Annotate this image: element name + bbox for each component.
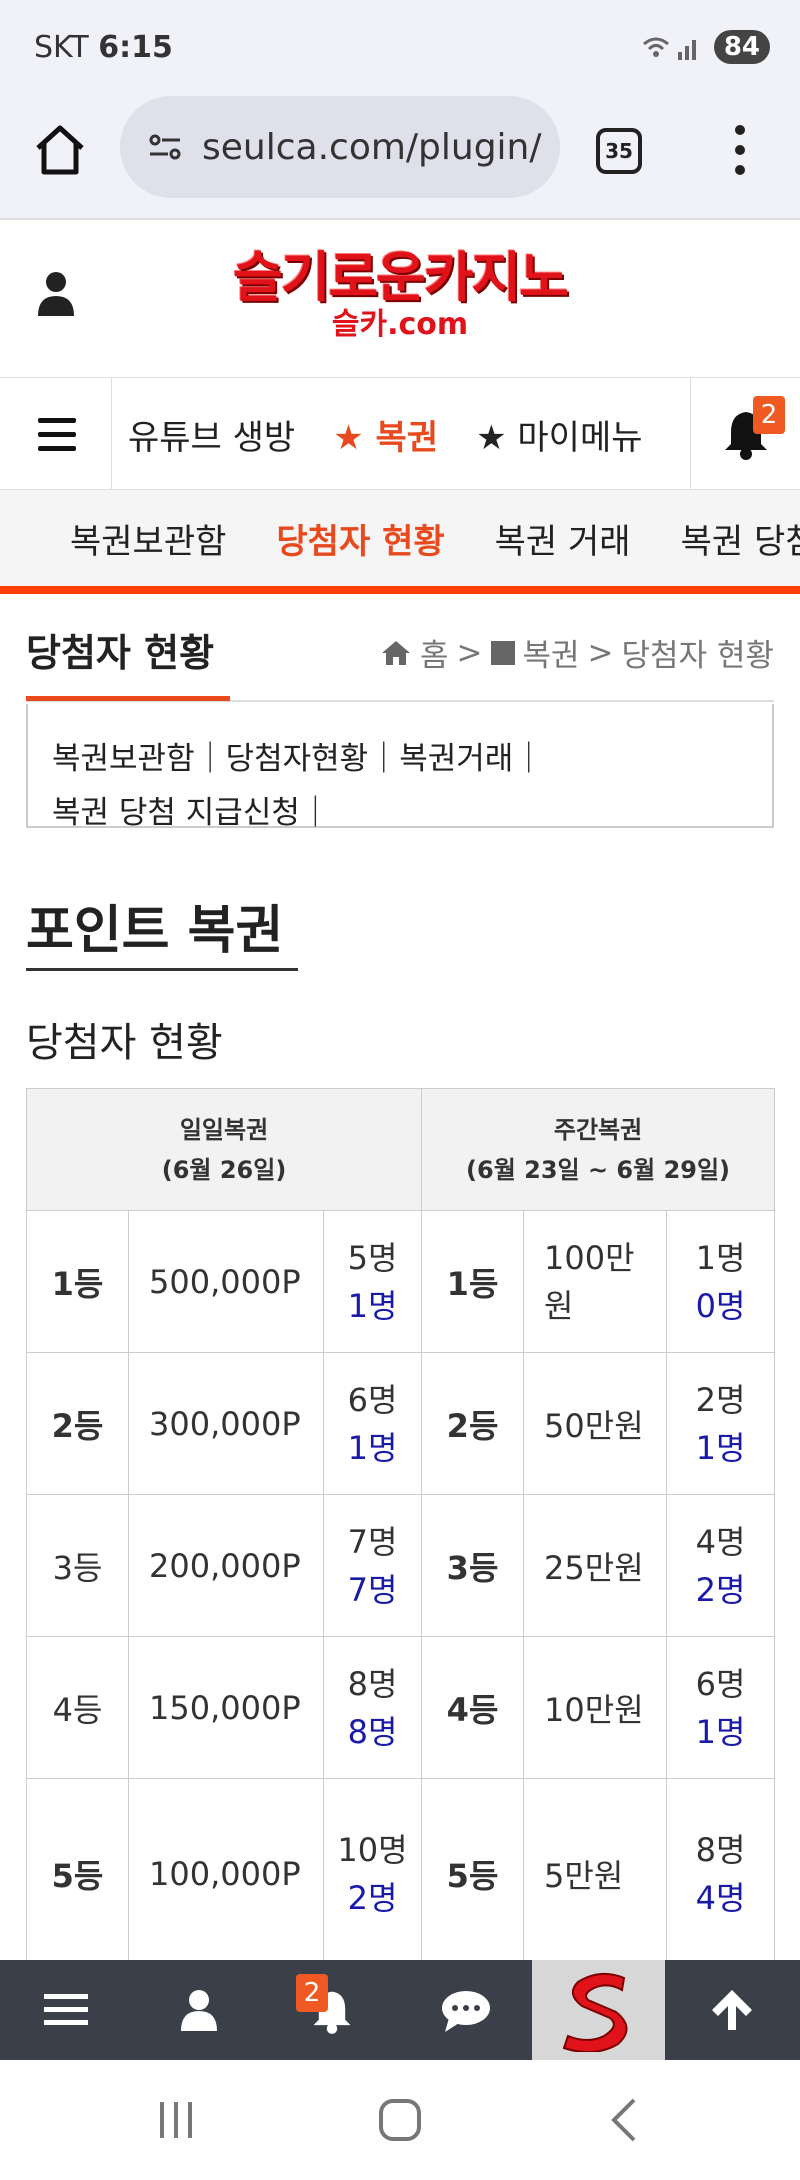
breadcrumb-current: 당첨자 현황 [621, 638, 774, 674]
daily-count: 10명 2명 [322, 1778, 423, 1969]
main-nav: 유튜브 생방 ★ 복권 ★ 마이메뉴 2 [0, 378, 800, 490]
status-time: 6:15 [98, 30, 173, 65]
url-bar[interactable]: seulca.com/plugin/ [120, 96, 560, 198]
weekly-rank: 5등 [421, 1778, 525, 1969]
weekly-amount: 100만원 [523, 1210, 668, 1353]
daily-rank: 1등 [26, 1210, 129, 1353]
table-row: 4등 150,000P 8명 8명 4등 10만원 6명 1명 [26, 1636, 776, 1779]
home-icon[interactable] [30, 120, 90, 180]
daily-rank: 2등 [26, 1352, 129, 1495]
site-settings-icon[interactable] [148, 132, 182, 162]
section-title-underline [26, 968, 298, 971]
weekly-count: 1명 0명 [666, 1210, 776, 1353]
table-row: 3등 200,000P 7명 7명 3등 25만원 4명 2명 [26, 1494, 776, 1637]
daily-amount: 500,000P [128, 1210, 324, 1353]
daily-amount: 300,000P [128, 1352, 324, 1495]
daily-amount: 200,000P [128, 1494, 324, 1637]
nav-item-youtube-live[interactable]: 유튜브 생방 [128, 410, 295, 459]
daily-rank: 4등 [26, 1636, 129, 1779]
table-row: 1등 500,000P 5명 1명 1등 100만원 1명 0명 [26, 1210, 776, 1353]
subsection-title: 당첨자 현황 [26, 1020, 223, 1066]
bottom-chat-button[interactable] [399, 1960, 532, 2060]
quick-links-line-1[interactable]: 복권보관함｜당첨자현황｜복권거래｜ [52, 732, 748, 786]
daily-amount: 100,000P [128, 1778, 324, 1969]
bottom-notification-button[interactable] [266, 1960, 399, 2060]
weekly-rank: 4등 [421, 1636, 525, 1779]
nav-item-my-menu[interactable]: ★ 마이메뉴 [476, 410, 642, 459]
table-row: 5등 100,000P 10명 2명 5등 5만원 8명 4명 [26, 1778, 776, 1969]
quick-links-box: 복권보관함｜당첨자현황｜복권거래｜ 복권 당첨 지급신청｜ [26, 704, 774, 831]
daily-rank: 5등 [26, 1778, 129, 1969]
square-icon [490, 640, 515, 665]
status-icons: 84 [642, 30, 770, 64]
daily-count: 6명 1명 [322, 1352, 423, 1495]
battery-indicator: 84 [713, 30, 770, 64]
weekly-rank: 1등 [421, 1210, 525, 1353]
site-logo[interactable]: 슬기로운카지노 슬카.com [210, 248, 590, 342]
section-title: 포인트 복권 [26, 901, 284, 961]
back-icon[interactable] [608, 2098, 638, 2142]
tab-switcher-button[interactable]: 35 [596, 128, 642, 174]
status-bar: SKT 6:15 84 [0, 0, 800, 96]
more-options-icon[interactable] [732, 122, 748, 178]
bottom-scroll-top-button[interactable] [665, 1960, 798, 2060]
subnav-item-lottery-trade[interactable]: 복권 거래 [495, 514, 631, 563]
status-carrier: SKT 6:15 [34, 30, 173, 65]
weekly-count: 2명 1명 [666, 1352, 776, 1495]
home-nav-icon[interactable] [378, 2098, 422, 2142]
weekly-lottery-header: 주간복권 (6월 23일 ~ 6월 29일) [421, 1088, 776, 1211]
bottom-notification-badge: 2 [296, 1974, 328, 2012]
subnav-item-winners[interactable]: 당첨자 현황 [276, 514, 444, 563]
main-nav-items: 유튜브 생방 ★ 복권 ★ 마이메뉴 [112, 378, 690, 490]
bottom-menu-button[interactable] [0, 1960, 133, 2060]
user-icon[interactable] [36, 270, 76, 318]
weekly-amount: 5만원 [523, 1778, 668, 1969]
quick-links-line-2[interactable]: 복권 당첨 지급신청｜ [52, 786, 748, 840]
subnav-item-lottery-storage[interactable]: 복권보관함 [70, 514, 226, 563]
weekly-rank: 3등 [421, 1494, 525, 1637]
breadcrumb: 홈 > 복권 > 당첨자 현황 [380, 630, 774, 675]
user-icon [181, 1990, 217, 2031]
home-icon[interactable] [380, 639, 412, 667]
page-title: 당첨자 현황 [26, 631, 215, 675]
weekly-count: 8명 4명 [666, 1778, 776, 1969]
weekly-amount: 50만원 [523, 1352, 668, 1495]
site-header: 슬기로운카지노 슬카.com [0, 220, 800, 378]
weekly-amount: 25만원 [523, 1494, 668, 1637]
wifi-signal-icon [642, 37, 696, 60]
daily-lottery-header: 일일복권 (6월 26일) [25, 1088, 423, 1211]
menu-icon [44, 1994, 88, 2025]
weekly-count: 4명 2명 [666, 1494, 776, 1637]
weekly-count: 6명 1명 [666, 1636, 776, 1779]
bottom-logo-button[interactable] [532, 1960, 665, 2060]
weekly-amount: 10만원 [523, 1636, 668, 1779]
system-nav-bar [0, 2060, 800, 2180]
recent-apps-icon[interactable] [156, 2100, 196, 2140]
chat-icon [442, 1991, 490, 2032]
notification-button[interactable]: 2 [690, 378, 800, 490]
daily-count: 7명 7명 [322, 1494, 423, 1637]
arrow-up-icon [712, 1990, 752, 2030]
daily-rank: 3등 [26, 1494, 129, 1637]
browser-toolbar: seulca.com/plugin/ 35 [0, 96, 800, 220]
notification-badge: 2 [753, 396, 785, 434]
table-row: 2등 300,000P 6명 1명 2등 50만원 2명 1명 [26, 1352, 776, 1495]
winners-table: 일일복권 (6월 26일) 주간복권 (6월 23일 ~ 6월 29일) 1등 … [25, 1088, 776, 1969]
title-underline [26, 696, 230, 701]
daily-count: 5명 1명 [322, 1210, 423, 1353]
breadcrumb-section[interactable]: 복권 [523, 630, 580, 675]
sub-nav: 복권보관함 당첨자 현황 복권 거래 복권 당첨 [0, 490, 800, 594]
weekly-rank: 2등 [421, 1352, 525, 1495]
s-logo-icon [562, 1972, 628, 2052]
nav-item-lottery[interactable]: ★ 복권 [333, 410, 438, 459]
menu-icon[interactable] [0, 378, 112, 490]
bottom-user-button[interactable] [133, 1960, 266, 2060]
url-text: seulca.com/plugin/ [202, 126, 542, 168]
bottom-app-bar: 2 [0, 1960, 800, 2060]
daily-amount: 150,000P [128, 1636, 324, 1779]
daily-count: 8명 8명 [322, 1636, 423, 1779]
breadcrumb-home[interactable]: 홈 [420, 630, 449, 675]
subnav-item-lottery-claim[interactable]: 복권 당첨 [681, 514, 800, 563]
table-header-row: 일일복권 (6월 26일) 주간복권 (6월 23일 ~ 6월 29일) [25, 1088, 776, 1211]
